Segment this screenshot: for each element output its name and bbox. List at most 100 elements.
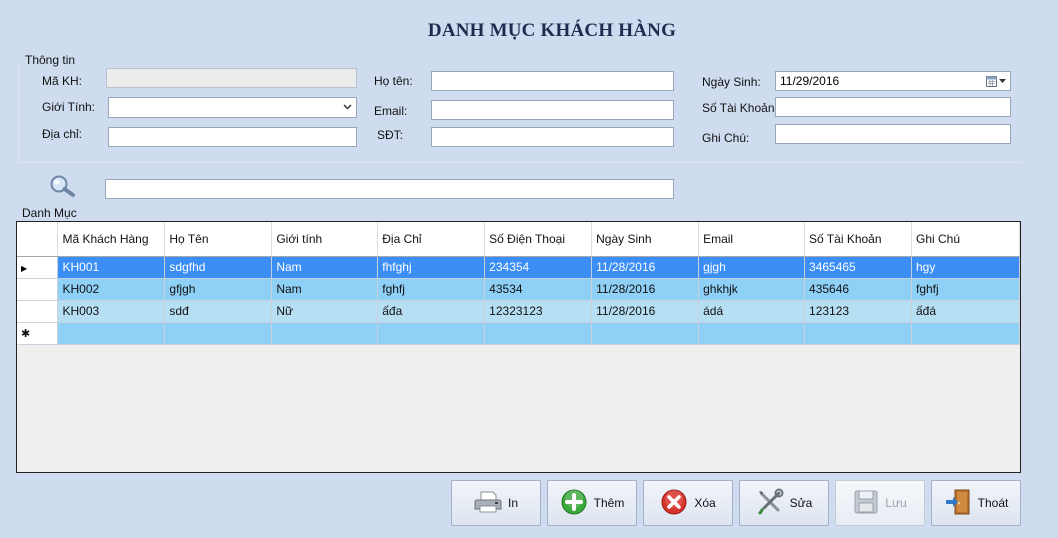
ngay-sinh-datepicker[interactable]: 11/29/2016 (775, 71, 1011, 91)
row-header[interactable] (17, 300, 59, 323)
ngay-sinh-value: 11/29/2016 (780, 74, 840, 88)
plus-circle-icon (560, 488, 588, 519)
table-cell[interactable]: hgy (911, 256, 1021, 279)
delete-button-label: Xóa (694, 496, 716, 510)
table-cell[interactable] (911, 322, 1021, 345)
add-button[interactable]: Thêm (547, 480, 637, 526)
current-row-indicator[interactable]: ▶ (17, 256, 59, 279)
table-cell[interactable] (591, 322, 700, 345)
column-header-gioi-tinh[interactable]: Giới tính (271, 222, 379, 257)
table-cell[interactable]: 11/28/2016 (591, 278, 700, 301)
row-header[interactable] (17, 278, 59, 301)
column-header-ho-ten[interactable]: Họ Tên (164, 222, 273, 257)
table-cell[interactable] (57, 322, 166, 345)
table-cell[interactable] (484, 322, 593, 345)
so-tai-khoan-label: Số Tài Khoản: (702, 101, 778, 115)
printer-icon (474, 489, 502, 518)
table-cell[interactable]: gfjgh (164, 278, 273, 301)
sdt-input[interactable] (431, 127, 674, 147)
table-cell[interactable] (698, 322, 806, 345)
print-button[interactable]: In (451, 480, 541, 526)
email-input[interactable] (431, 100, 674, 120)
row-header-corner (17, 222, 59, 257)
table-cell[interactable]: KH001 (57, 256, 166, 279)
x-circle-icon (660, 488, 688, 519)
table-cell[interactable] (804, 322, 912, 345)
gioi-tinh-select[interactable] (108, 97, 357, 118)
save-button-label: Lưu (885, 496, 907, 510)
table-cell[interactable]: fhfghj (377, 256, 486, 279)
table-row[interactable]: ▶ KH001 sdgfhd Nam fhfghj 234354 11/28/2… (17, 256, 1021, 279)
table-cell[interactable]: sdđ (164, 300, 273, 323)
ho-ten-label: Họ tên: (374, 74, 413, 88)
table-cell[interactable] (271, 322, 379, 345)
dia-chi-input[interactable] (108, 127, 357, 147)
table-cell[interactable]: 43534 (484, 278, 593, 301)
ho-ten-input[interactable] (431, 71, 674, 91)
sdt-label: SĐT: (377, 128, 404, 142)
save-button[interactable]: Lưu (835, 480, 925, 526)
table-cell[interactable]: 234354 (484, 256, 593, 279)
table-cell[interactable]: Nữ (271, 300, 379, 323)
table-cell[interactable] (164, 322, 273, 345)
table-cell[interactable]: ấđá (911, 300, 1021, 323)
new-row[interactable]: ✱ (17, 322, 1021, 345)
table-cell[interactable]: 3465465 (804, 256, 912, 279)
info-group-caption: Thông tin (25, 53, 76, 67)
calendar-icon[interactable] (984, 73, 1008, 89)
customer-table: Mã Khách Hàng Họ Tên Giới tính Địa Chỉ S… (17, 222, 1021, 345)
so-tai-khoan-input[interactable] (775, 97, 1011, 117)
table-row[interactable]: KH002 gfjgh Nam fghfj 43534 11/28/2016 g… (17, 278, 1021, 301)
table-cell[interactable]: 11/28/2016 (591, 300, 700, 323)
edit-button[interactable]: Sửa (739, 480, 829, 526)
magnifier-icon[interactable] (46, 174, 78, 200)
table-cell[interactable]: ấđa (377, 300, 486, 323)
list-caption: Danh Mục (22, 206, 77, 220)
column-header-ghi-chu[interactable]: Ghi Chú (911, 222, 1021, 257)
door-exit-icon (944, 488, 972, 519)
table-cell[interactable]: ádá (698, 300, 806, 323)
column-header-ngay-sinh[interactable]: Ngày Sinh (591, 222, 700, 257)
column-header-so-tai-khoan[interactable]: Số Tài Khoản (804, 222, 912, 257)
ma-kh-input[interactable] (106, 68, 357, 88)
edit-button-label: Sửa (789, 496, 813, 510)
table-cell[interactable]: KH002 (57, 278, 166, 301)
table-cell[interactable]: sdgfhd (164, 256, 273, 279)
gioi-tinh-label: Giới Tính: (42, 100, 95, 114)
new-row-indicator[interactable]: ✱ (17, 322, 59, 345)
table-cell[interactable]: fghfj (377, 278, 486, 301)
column-header-dia-chi[interactable]: Địa Chỉ (377, 222, 486, 257)
chevron-down-icon[interactable] (340, 98, 354, 116)
exit-button[interactable]: Thoát (931, 480, 1021, 526)
table-row[interactable]: KH003 sdđ Nữ ấđa 12323123 11/28/2016 ádá… (17, 300, 1021, 323)
print-button-label: In (507, 496, 518, 510)
page-title: DANH MỤC KHÁCH HÀNG (427, 20, 677, 41)
new-row-icon: ✱ (21, 328, 31, 340)
ghi-chu-label: Ghi Chú: (702, 131, 750, 145)
exit-button-label: Thoát (977, 496, 1009, 510)
ngay-sinh-label: Ngày Sinh: (702, 75, 761, 89)
column-header-ma-kh[interactable]: Mã Khách Hàng (57, 222, 166, 257)
current-row-icon: ▶ (21, 264, 28, 273)
customer-grid[interactable]: Mã Khách Hàng Họ Tên Giới tính Địa Chỉ S… (16, 221, 1021, 473)
column-header-email[interactable]: Email (698, 222, 806, 257)
table-cell[interactable] (377, 322, 486, 345)
email-label: Email: (374, 104, 408, 118)
table-cell[interactable]: ghkhjk (698, 278, 806, 301)
table-cell[interactable]: gjgh (698, 256, 806, 279)
table-cell[interactable]: 11/28/2016 (591, 256, 700, 279)
table-cell[interactable]: 123123 (804, 300, 912, 323)
table-cell[interactable]: KH003 (57, 300, 166, 323)
table-cell[interactable]: fghfj (911, 278, 1021, 301)
ma-kh-label: Mã KH: (42, 74, 83, 88)
table-cell[interactable]: 435646 (804, 278, 912, 301)
search-input[interactable] (105, 179, 674, 199)
table-cell[interactable]: Nam (271, 256, 379, 279)
ghi-chu-input[interactable] (775, 124, 1011, 144)
table-cell[interactable]: Nam (271, 278, 379, 301)
table-cell[interactable]: 12323123 (484, 300, 593, 323)
delete-button[interactable]: Xóa (643, 480, 733, 526)
column-header-so-dien-thoai[interactable]: Số Điện Thoại (484, 222, 593, 257)
tools-icon (756, 488, 784, 519)
add-button-label: Thêm (593, 496, 625, 510)
